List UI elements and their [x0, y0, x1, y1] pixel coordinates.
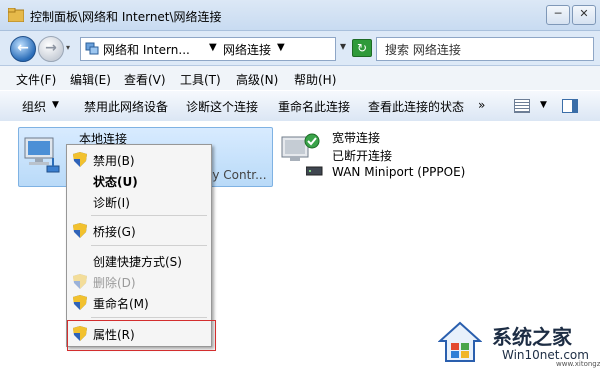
menu-item-delete: 删除(D) — [67, 271, 211, 292]
shield-icon — [73, 274, 87, 289]
view-options-dropdown[interactable]: ▼ — [540, 100, 547, 110]
broadband-connection-status: 已断开连接 — [332, 149, 393, 163]
address-toolbar: ← → ▾ 网络和 Intern... ▼ 网络连接 ▼ ▾ ↻ 搜索 网络连接 — [0, 31, 600, 66]
menu-item-label: 删除(D) — [93, 276, 136, 290]
forward-button[interactable]: → — [38, 36, 64, 62]
window-title: 控制面板\网络和 Internet\网络连接 — [30, 10, 222, 24]
shield-icon — [73, 295, 87, 310]
menu-item-status[interactable]: 状态(U) — [67, 170, 211, 191]
view-status-button[interactable]: 查看此连接的状态 — [368, 98, 464, 115]
shield-icon — [73, 223, 87, 238]
command-bar: 组织 ▼ 禁用此网络设备 诊断这个连接 重命名此连接 查看此连接的状态 » ▼ — [0, 90, 600, 122]
history-dropdown[interactable]: ▾ — [66, 43, 70, 52]
preview-pane-icon[interactable] — [562, 99, 578, 113]
menu-edit[interactable]: 编辑(E) — [70, 71, 111, 88]
close-button[interactable]: ✕ — [572, 5, 596, 25]
menu-item-label: 重命名(M) — [93, 297, 149, 311]
menu-item-create-shortcut[interactable]: 创建快捷方式(S) — [67, 250, 211, 271]
menu-help[interactable]: 帮助(H) — [294, 71, 336, 88]
organize-button[interactable]: 组织 — [22, 98, 46, 115]
menu-item-bridge[interactable]: 桥接(G) — [67, 220, 211, 241]
menu-separator — [91, 245, 207, 246]
chevron-down-icon[interactable]: ▼ — [52, 100, 59, 110]
watermark-small: www.xitongzhijia.net — [556, 360, 600, 368]
minimize-button[interactable]: ─ — [546, 5, 570, 25]
menu-file[interactable]: 文件(F) — [16, 71, 56, 88]
view-icon[interactable] — [514, 99, 530, 113]
broadband-connection-name: 宽带连接 — [332, 131, 381, 145]
menu-separator — [91, 317, 207, 318]
watermark: 系统之家 Win10net.com www.xitongzhijia.net — [438, 319, 600, 368]
menu-item-label: 状态(U) — [93, 175, 138, 189]
menu-view[interactable]: 查看(V) — [124, 71, 166, 88]
diagnose-connection-button[interactable]: 诊断这个连接 — [186, 98, 258, 115]
menu-advanced[interactable]: 高级(N) — [236, 71, 278, 88]
search-placeholder: 搜索 网络连接 — [385, 43, 461, 57]
refresh-icon[interactable]: ↻ — [352, 39, 372, 57]
address-bar[interactable]: 网络和 Intern... ▼ 网络连接 ▼ — [80, 37, 336, 61]
rename-connection-button[interactable]: 重命名此连接 — [278, 98, 350, 115]
computer-icon — [24, 137, 60, 173]
check-badge-icon — [304, 133, 320, 149]
properties-highlight-frame — [67, 320, 216, 351]
address-dropdown[interactable]: ▾ — [340, 39, 346, 53]
breadcrumb-network-connections[interactable]: 网络连接 — [223, 41, 271, 58]
window-title-bar: 控制面板\网络和 Internet\网络连接 ─ ✕ — [0, 0, 600, 31]
menu-tools[interactable]: 工具(T) — [180, 71, 221, 88]
more-commands-button[interactable]: » — [478, 98, 485, 112]
menu-item-label: 创建快捷方式(S) — [93, 255, 182, 269]
menu-item-disable[interactable]: 禁用(B) — [67, 149, 211, 170]
watermark-title: 系统之家 — [492, 325, 572, 349]
folder-icon — [8, 8, 24, 22]
menu-bar: 文件(F) 编辑(E) 查看(V) 工具(T) 高级(N) 帮助(H) — [0, 66, 600, 90]
menu-item-rename[interactable]: 重命名(M) — [67, 292, 211, 313]
search-input[interactable]: 搜索 网络连接 — [376, 37, 594, 61]
modem-icon — [306, 166, 323, 176]
menu-item-diagnose[interactable]: 诊断(I) — [67, 191, 211, 212]
broadband-connection-device: WAN Miniport (PPPOE) — [332, 165, 466, 179]
menu-item-label: 桥接(G) — [93, 225, 136, 239]
broadband-connection-item[interactable]: 宽带连接 已断开连接 WAN Miniport (PPPOE) — [280, 129, 520, 189]
forward-arrow-icon: → — [45, 40, 57, 56]
network-icon — [85, 42, 99, 55]
menu-item-label: 禁用(B) — [93, 154, 135, 168]
menu-separator — [91, 215, 207, 216]
context-menu: 禁用(B) 状态(U) 诊断(I) 桥接(G) 创建快捷方式(S) 删除(D) … — [66, 144, 212, 347]
computer-icon — [281, 133, 320, 161]
back-button[interactable]: ← — [10, 36, 36, 62]
house-logo-icon — [438, 321, 482, 362]
back-arrow-icon: ← — [17, 40, 29, 56]
chevron-down-icon[interactable]: ▼ — [209, 42, 217, 53]
shield-icon — [73, 152, 87, 167]
chevron-down-icon[interactable]: ▼ — [277, 42, 285, 53]
disable-device-button[interactable]: 禁用此网络设备 — [84, 98, 168, 115]
local-connection-device: ly Contr... — [209, 168, 267, 182]
menu-item-label: 诊断(I) — [93, 196, 130, 210]
breadcrumb-network-internet[interactable]: 网络和 Intern... — [103, 41, 190, 58]
